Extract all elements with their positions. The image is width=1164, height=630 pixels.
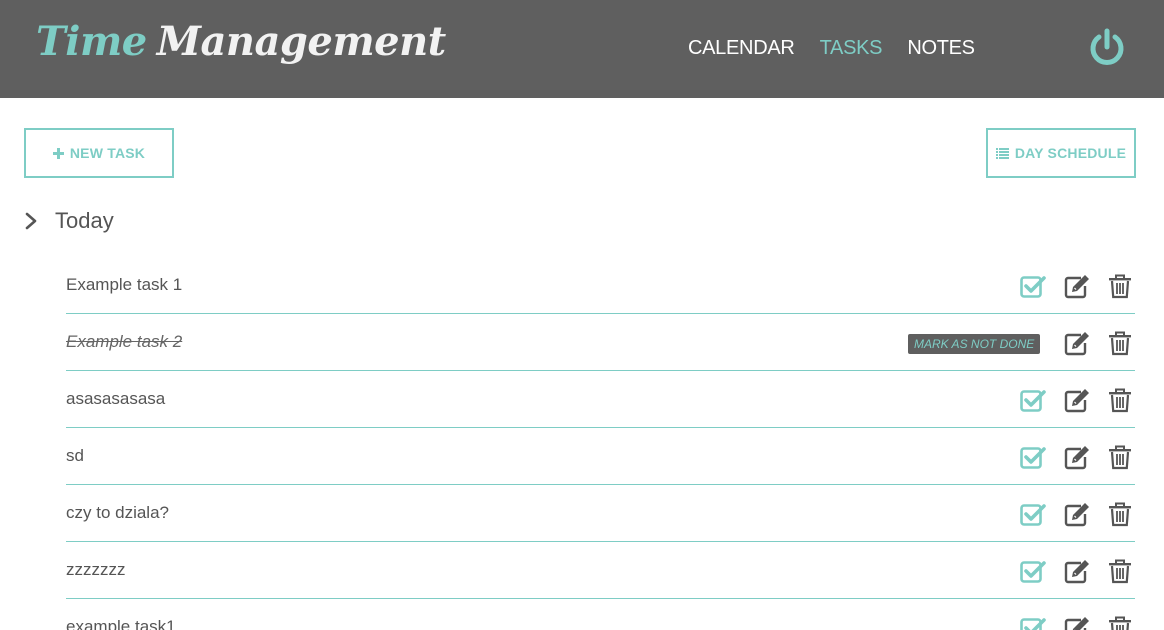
edit-icon[interactable] [1064, 387, 1090, 413]
new-task-button[interactable]: NEW TASK [24, 128, 174, 178]
day-schedule-label: DAY SCHEDULE [1014, 145, 1127, 161]
trash-icon[interactable] [1108, 273, 1132, 299]
task-text: zzzzzzz [66, 560, 126, 579]
task-text: sd [66, 446, 84, 465]
task-row: zzzzzzz [66, 542, 1135, 599]
trash-icon[interactable] [1108, 615, 1132, 630]
trash-icon[interactable] [1108, 501, 1132, 527]
check-square-icon[interactable] [1020, 273, 1046, 299]
task-row: sd [66, 428, 1135, 485]
mark-as-not-done-button[interactable]: MARK AS NOT DONE [908, 334, 1041, 354]
edit-icon[interactable] [1064, 273, 1090, 299]
app-header: Time Management CALENDAR TASKS NOTES [0, 0, 1164, 98]
check-square-icon[interactable] [1020, 501, 1046, 527]
edit-icon[interactable] [1064, 615, 1090, 630]
logo-management: Management [156, 18, 446, 65]
trash-icon[interactable] [1108, 387, 1132, 413]
section-today-header[interactable]: Today [24, 208, 114, 234]
task-text: Example task 2 [66, 332, 183, 351]
edit-icon[interactable] [1064, 444, 1090, 470]
task-text: Example task 1 [66, 275, 183, 294]
main-nav: CALENDAR TASKS NOTES [688, 37, 995, 60]
app-logo[interactable]: Time Management [36, 18, 446, 65]
check-square-icon[interactable] [1020, 615, 1046, 630]
task-row: czy to dziala? [66, 485, 1135, 542]
nav-notes[interactable]: NOTES [907, 37, 975, 60]
check-square-icon[interactable] [1020, 444, 1046, 470]
check-square-icon[interactable] [1020, 558, 1046, 584]
trash-icon[interactable] [1108, 558, 1132, 584]
new-task-label: NEW TASK [69, 145, 146, 161]
edit-icon[interactable] [1064, 330, 1090, 356]
plus-icon [52, 147, 64, 159]
logo-time: Time [36, 18, 147, 65]
edit-icon[interactable] [1064, 558, 1090, 584]
task-row: Example task 2 MARK AS NOT DONE [66, 314, 1135, 371]
power-icon[interactable] [1088, 28, 1126, 66]
day-schedule-button[interactable]: DAY SCHEDULE [986, 128, 1136, 178]
task-row: Example task 1 [66, 257, 1135, 314]
trash-icon[interactable] [1108, 444, 1132, 470]
task-list: Example task 1 Example task 2 MARK AS NOT … [66, 257, 1135, 630]
task-text: asasasasasa [66, 389, 166, 408]
section-title: Today [55, 208, 114, 233]
check-square-icon[interactable] [1020, 387, 1046, 413]
list-icon [995, 147, 1009, 159]
nav-tasks[interactable]: TASKS [820, 37, 883, 60]
task-text: czy to dziala? [66, 503, 169, 522]
edit-icon[interactable] [1064, 501, 1090, 527]
chevron-right-icon [25, 212, 37, 230]
task-row: example task1 [66, 599, 1135, 630]
task-row: asasasasasa [66, 371, 1135, 428]
trash-icon[interactable] [1108, 330, 1132, 356]
task-text: example task1 [66, 617, 176, 630]
nav-calendar[interactable]: CALENDAR [688, 37, 795, 60]
